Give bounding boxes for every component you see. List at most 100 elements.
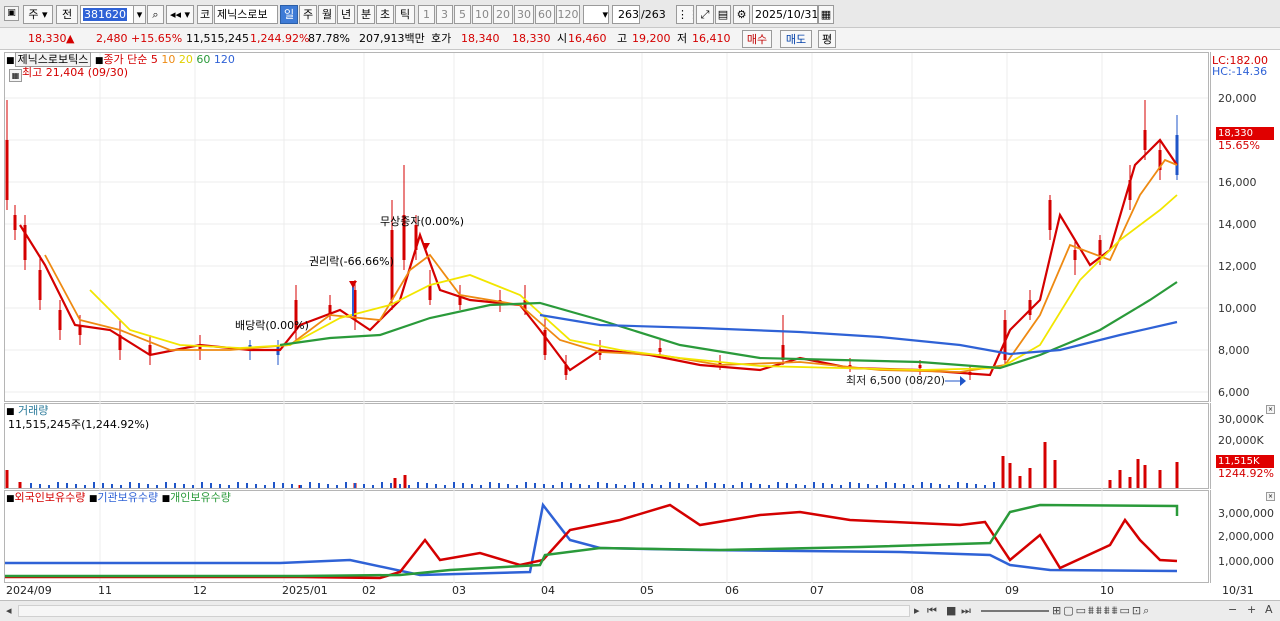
volume-bar	[786, 483, 788, 488]
x-tick: 10/31	[1222, 584, 1254, 597]
candle-body	[1048, 200, 1052, 230]
x-tick: 2024/09	[6, 584, 52, 597]
y-tick: 20,000	[1218, 92, 1257, 105]
ma10-label: 10	[161, 53, 176, 66]
candle-body	[1143, 130, 1147, 150]
volume-bar	[651, 484, 653, 488]
stop-icon[interactable]: ■	[946, 604, 956, 618]
chart-canvas	[5, 53, 1208, 583]
volume-bar	[228, 485, 230, 488]
volume-bar	[1043, 442, 1047, 488]
volume-bar	[714, 483, 716, 488]
volume-bar	[210, 483, 212, 488]
holding-legend: ■외국인보유수량 ■기관보유수량 ■개인보유수량	[6, 491, 231, 504]
zoom-slider[interactable]	[981, 610, 1049, 612]
event-rights: 권리락(-66.66%)	[309, 255, 394, 268]
volume-bar	[642, 483, 644, 488]
volume-bar	[417, 482, 419, 488]
volume-bar	[570, 483, 572, 488]
volume-bar	[579, 484, 581, 488]
volume-bar	[273, 482, 275, 488]
volume-bar	[435, 484, 437, 488]
y-tick: 14,000	[1218, 218, 1257, 231]
volume-bar	[129, 482, 131, 488]
x-tick: 06	[725, 584, 739, 597]
foreign-holding-label: 외국인보유수량	[14, 491, 86, 504]
scroll-left-icon[interactable]: ◂	[6, 604, 12, 618]
candle-body	[58, 310, 62, 330]
current-rate-tag: 15.65%	[1218, 139, 1260, 152]
ma60-label: 60	[196, 53, 211, 66]
volume-bar	[291, 484, 293, 488]
bottom-scrollbar[interactable]: ◂ ▸ ⏮ ■ ⏭ ⊞▢▭⩩⩩⩩⩩▭⊡⌕ − + A	[0, 600, 1280, 621]
ma120-line	[539, 313, 1178, 356]
close-icon[interactable]: ×	[1266, 492, 1275, 501]
volume-bar	[498, 483, 500, 488]
volume-bar	[156, 485, 158, 488]
font-size-icon[interactable]: A	[1265, 603, 1273, 617]
volume-bar	[534, 483, 536, 488]
volume-bar	[822, 483, 824, 488]
hold-tick: 2,000,000	[1218, 530, 1274, 543]
candle-body	[13, 215, 17, 230]
volume-bar	[381, 482, 383, 488]
foreign-line	[5, 503, 1178, 580]
volume-legend: ■ 거래량	[6, 404, 49, 417]
volume-bar	[393, 478, 397, 488]
volume-bar	[687, 484, 689, 488]
volume-bar	[813, 482, 815, 488]
volume-bar	[264, 485, 266, 488]
stock-legend-name[interactable]: 제닉스로보틱스	[14, 52, 92, 67]
volume-bar	[678, 483, 680, 488]
volume-bar	[948, 485, 950, 488]
volume-bar	[444, 485, 446, 488]
zoom-out-icon[interactable]: −	[1228, 603, 1237, 617]
volume-bar	[219, 484, 221, 488]
candle-body	[1073, 250, 1077, 260]
volume-bar	[201, 482, 203, 488]
calendar-icon[interactable]: ▦	[9, 69, 22, 82]
volume-bar	[1118, 470, 1122, 488]
zoom-in-icon[interactable]: +	[1247, 603, 1256, 617]
candle-body	[1175, 135, 1179, 175]
volume-bar	[372, 485, 374, 488]
first-page-icon[interactable]: ⏮	[927, 604, 937, 618]
low-note: 최저 6,500 (08/20)	[846, 374, 946, 387]
volume-bar	[804, 485, 806, 488]
vol-tick: 30,000K	[1218, 413, 1264, 426]
volume-bar	[705, 482, 707, 488]
next-page-icon[interactable]: ⏭	[961, 604, 971, 618]
volume-bar	[633, 482, 635, 488]
candle-body	[5, 140, 9, 200]
volume-bar	[669, 482, 671, 488]
volume-bar	[768, 485, 770, 488]
volume-bar	[1028, 468, 1032, 488]
volume-bar	[57, 482, 59, 488]
volume-bar	[507, 484, 509, 488]
volume-bar	[894, 483, 896, 488]
candle-body	[1098, 240, 1102, 255]
volume-bar	[403, 475, 407, 488]
indicator-icons[interactable]: ⊞▢▭⩩⩩⩩⩩▭⊡⌕	[1052, 604, 1151, 618]
hold-tick: 3,000,000	[1218, 507, 1274, 520]
volume-bar	[516, 485, 518, 488]
ma5-label: 5	[150, 53, 158, 66]
volume-bar	[5, 470, 9, 488]
volume-bar	[777, 482, 779, 488]
y-tick: 6,000	[1218, 386, 1250, 399]
x-tick: 03	[452, 584, 466, 597]
volume-bar	[408, 485, 410, 488]
scroll-track[interactable]	[18, 605, 910, 617]
institution-line	[5, 502, 1178, 577]
volume-bar	[318, 483, 320, 488]
volume-bar	[921, 482, 923, 488]
volume-bar	[39, 484, 41, 488]
volume-bar	[984, 485, 986, 488]
volume-bar	[939, 484, 941, 488]
candle-body	[918, 365, 922, 368]
volume-bar	[30, 483, 32, 488]
close-icon[interactable]: ×	[1266, 405, 1275, 414]
volume-bar	[246, 483, 248, 488]
scroll-right-icon[interactable]: ▸	[914, 604, 920, 618]
volume-bar	[453, 482, 455, 488]
